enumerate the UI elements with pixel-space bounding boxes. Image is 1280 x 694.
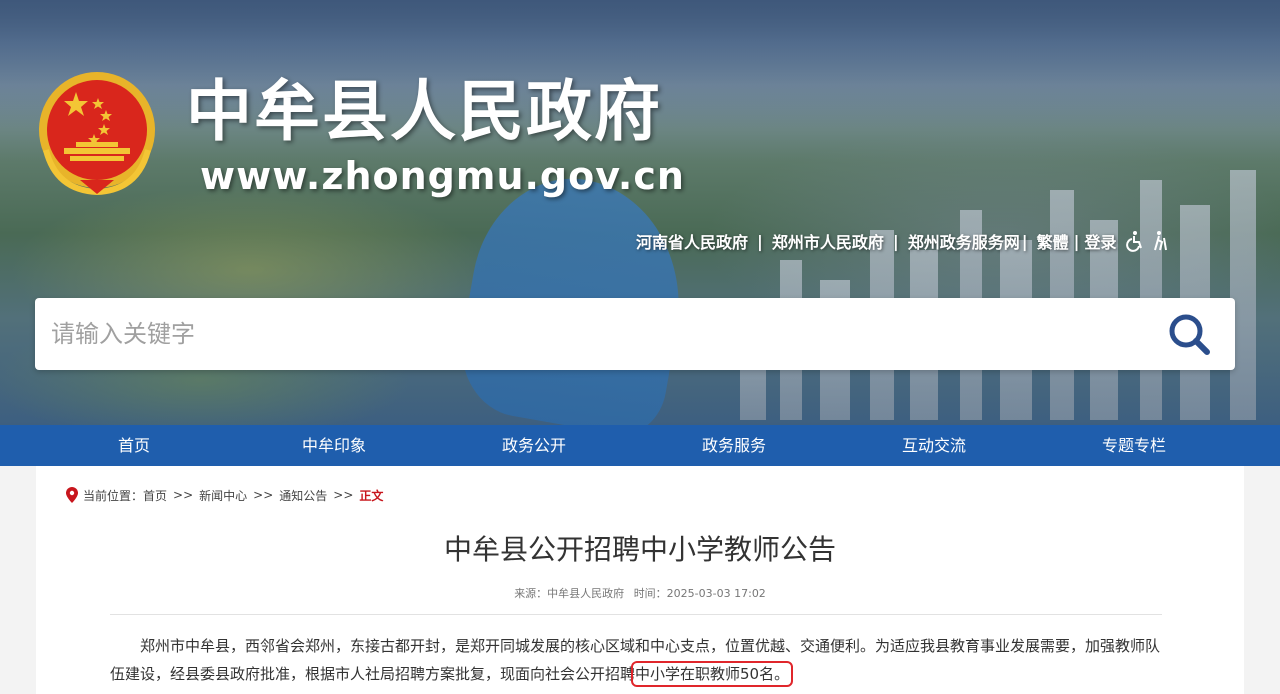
breadcrumb-prefix: 当前位置： [83, 488, 144, 503]
nav-item-home[interactable]: 首页 [34, 425, 234, 466]
wheelchair-icon[interactable] [1124, 230, 1146, 252]
nav-item-topics[interactable]: 专题专栏 [1034, 425, 1234, 466]
link-traditional-chinese[interactable]: 繁體 [1037, 229, 1069, 253]
site-url: www.zhongmu.gov.cn [200, 154, 685, 198]
link-separator: | [1021, 231, 1028, 251]
link-henan-gov[interactable]: 河南省人民政府 [636, 229, 748, 253]
national-emblem-icon [39, 72, 155, 196]
article-container: 当前位置： 首页 >> 新闻中心 >> 通知公告 >> 正文 中牟县公开招聘中小… [36, 466, 1244, 694]
location-pin-icon [66, 487, 78, 503]
link-login[interactable]: 登录 [1084, 229, 1116, 253]
article-time: 时间：2025-03-03 17:02 [633, 587, 766, 600]
breadcrumb-current: 正文 [359, 488, 384, 503]
city-skyline [720, 140, 1280, 420]
site-title: 中牟县人民政府 [186, 73, 662, 150]
divider [110, 614, 1162, 615]
search-icon[interactable] [1165, 310, 1213, 358]
article-source: 来源：中牟县人民政府 [514, 587, 625, 600]
breadcrumb-news-center[interactable]: 新闻中心 [199, 487, 247, 504]
link-zhengzhou-gov[interactable]: 郑州市人民政府 [772, 229, 884, 253]
link-separator: | [892, 231, 899, 251]
nav-item-gov-affairs[interactable]: 政务公开 [434, 425, 634, 466]
nav-item-services[interactable]: 政务服务 [634, 425, 834, 466]
search-input[interactable] [51, 308, 1151, 360]
nav-item-impression[interactable]: 中牟印象 [234, 425, 434, 466]
breadcrumb-home[interactable]: 首页 [143, 487, 167, 504]
link-separator: | [757, 231, 763, 251]
main-nav: 首页 中牟印象 政务公开 政务服务 互动交流 专题专栏 [0, 425, 1280, 466]
header-banner: 中牟县人民政府 www.zhongmu.gov.cn 河南省人民政府 | 郑州市… [0, 0, 1280, 425]
link-zhengzhou-service[interactable]: 郑州政务服务网 [908, 229, 1020, 253]
top-links: 河南省人民政府 | 郑州市人民政府 | 郑州政务服务网 | 繁體 | 登录 [636, 228, 1172, 254]
article-title: 中牟县公开招聘中小学教师公告 [443, 533, 836, 566]
nav-item-interaction[interactable]: 互动交流 [834, 425, 1034, 466]
breadcrumb-arrow: >> [333, 488, 354, 502]
breadcrumb: 当前位置： 首页 >> 新闻中心 >> 通知公告 >> 正文 [66, 486, 383, 504]
breadcrumb-arrow: >> [253, 488, 274, 502]
highlighted-text: 中小学在职教师50名。 [631, 661, 794, 687]
breadcrumb-arrow: >> [173, 488, 194, 502]
search-bar [35, 298, 1235, 370]
article-paragraph: 郑州市中牟县，西邻省会郑州，东接古都开封，是郑开同城发展的核心区域和中心支点，位… [110, 632, 1166, 688]
link-separator: | [1073, 231, 1080, 251]
elderly-icon[interactable] [1150, 230, 1172, 252]
breadcrumb-notices[interactable]: 通知公告 [279, 487, 327, 504]
article-meta: 来源：中牟县人民政府 时间：2025-03-03 17:02 [36, 586, 1244, 602]
